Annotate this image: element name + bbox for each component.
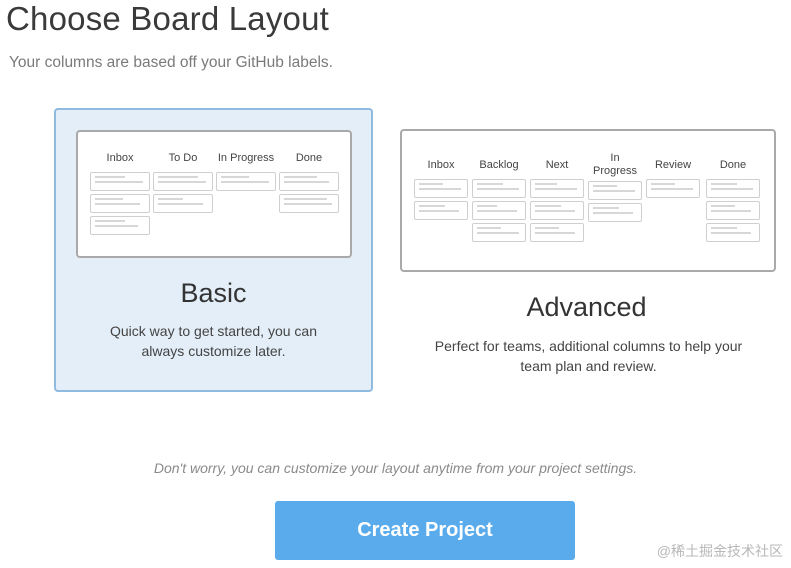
preview-card	[530, 201, 584, 220]
preview-column-label: Next	[545, 159, 569, 171]
preview-card	[216, 172, 276, 191]
preview-card	[706, 201, 760, 220]
preview-card	[153, 172, 213, 191]
layout-title-basic: Basic	[180, 278, 247, 308]
watermark: @稀土掘金技术社区	[656, 543, 783, 559]
preview-column: In Progress	[216, 152, 276, 194]
preview-column: Backlog	[472, 159, 526, 245]
preview-card	[588, 181, 642, 200]
preview-column-label: Review	[654, 159, 692, 171]
preview-column: Done	[279, 152, 339, 216]
preview-tiles	[646, 179, 700, 198]
preview-card	[706, 179, 760, 198]
preview-tiles	[90, 172, 150, 235]
preview-column: Next	[530, 159, 584, 245]
preview-tiles	[216, 172, 276, 191]
preview-tiles	[472, 179, 526, 242]
preview-column: Inbox	[414, 159, 468, 223]
preview-tiles	[279, 172, 339, 213]
layout-description-advanced: Perfect for teams, additional columns to…	[434, 338, 743, 374]
board-preview-basic: Inbox To Do In Progress Done	[76, 130, 352, 258]
preview-column-label: Inbox	[427, 159, 455, 171]
layout-title-advanced: Advanced	[526, 292, 647, 322]
preview-card	[530, 179, 584, 198]
preview-tiles	[414, 179, 468, 220]
preview-column: Done	[706, 159, 760, 245]
preview-card	[472, 201, 526, 220]
preview-card	[530, 223, 584, 242]
customize-note: Don't worry, you can customize your layo…	[153, 460, 638, 476]
preview-card	[472, 179, 526, 198]
preview-column: Review	[646, 159, 700, 201]
preview-tiles	[153, 172, 213, 213]
layout-description-basic: Quick way to get started, you can always…	[110, 323, 317, 359]
preview-column: In Progress	[588, 152, 642, 225]
preview-card	[279, 194, 339, 213]
preview-column-label: Done	[719, 159, 747, 171]
preview-column-label: Done	[295, 152, 323, 164]
preview-card	[706, 223, 760, 242]
preview-tiles	[706, 179, 760, 242]
preview-tiles	[588, 181, 642, 222]
layout-option-advanced[interactable]: Inbox Backlog Next In Progress Review Do…	[389, 118, 784, 384]
preview-card	[90, 216, 150, 235]
preview-card	[279, 172, 339, 191]
preview-card	[414, 201, 468, 220]
preview-column-label: Backlog	[479, 159, 519, 171]
preview-card	[90, 172, 150, 191]
page-title: Choose Board Layout	[6, 0, 330, 37]
page-subtitle: Your columns are based off your GitHub l…	[9, 54, 333, 71]
preview-column: Inbox	[90, 152, 150, 238]
preview-card	[414, 179, 468, 198]
preview-card	[646, 179, 700, 198]
preview-card	[90, 194, 150, 213]
preview-column-label: In Progress	[217, 152, 275, 164]
layout-option-basic[interactable]: Inbox To Do In Progress Done Basic Quick…	[54, 108, 373, 392]
preview-tiles	[530, 179, 584, 242]
preview-column-label: In Progress	[592, 152, 638, 177]
create-project-button[interactable]: Create Project	[275, 501, 575, 560]
preview-column-label: To Do	[168, 152, 198, 164]
preview-card	[472, 223, 526, 242]
preview-card	[153, 194, 213, 213]
board-preview-advanced: Inbox Backlog Next In Progress Review Do…	[400, 129, 776, 272]
preview-column-label: Inbox	[106, 152, 134, 164]
preview-column: To Do	[153, 152, 213, 216]
preview-card	[588, 203, 642, 222]
